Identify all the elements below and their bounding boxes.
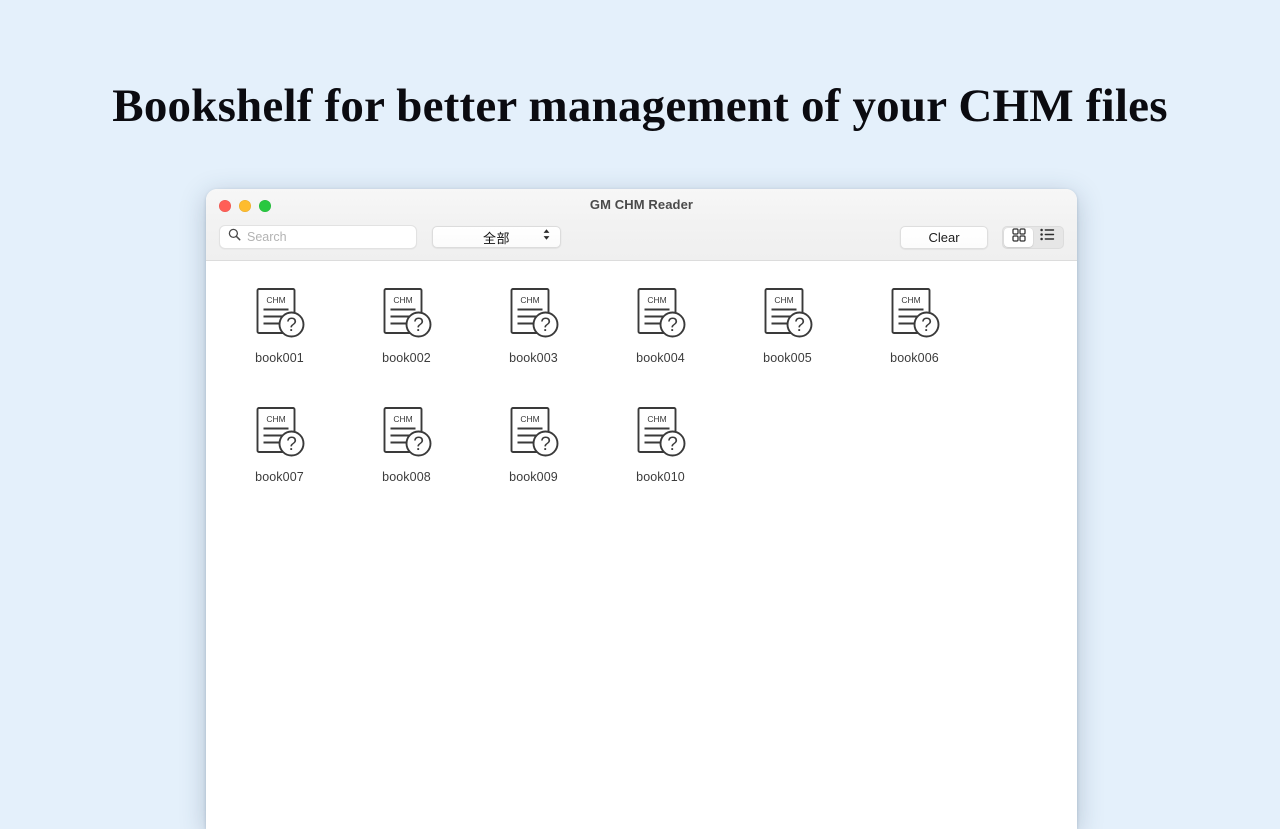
chm-document-unknown-icon: CHM ? <box>630 282 692 344</box>
chm-document-unknown-icon: CHM ? <box>249 401 311 463</box>
svg-text:?: ? <box>286 434 297 455</box>
svg-text:?: ? <box>667 434 678 455</box>
svg-text:CHM: CHM <box>774 295 793 305</box>
search-icon <box>228 228 247 246</box>
svg-text:CHM: CHM <box>393 414 412 424</box>
chm-document-unknown-icon: CHM ? <box>630 401 692 463</box>
svg-text:?: ? <box>540 315 551 336</box>
filter-selected-value: 全部 <box>482 230 510 246</box>
list-item[interactable]: CHM ? book009 <box>470 394 597 513</box>
library-content: CHM ? book001 CHM ? book002 CHM ? book00… <box>206 261 1077 829</box>
list-item-label: book001 <box>255 351 304 365</box>
list-item[interactable]: CHM ? book006 <box>851 275 978 394</box>
chm-document-unknown-icon: CHM ? <box>249 282 311 344</box>
svg-text:CHM: CHM <box>647 414 666 424</box>
app-window: GM CHM Reader Search 全部 Clear CHM ? book… <box>206 189 1077 829</box>
chm-document-unknown-icon: CHM ? <box>884 282 946 344</box>
chm-document-unknown-icon: CHM ? <box>757 282 819 344</box>
svg-text:CHM: CHM <box>393 295 412 305</box>
list-item-label: book005 <box>763 351 812 365</box>
svg-text:?: ? <box>413 315 424 336</box>
view-toggle-group <box>1002 225 1064 249</box>
grid-view-button[interactable] <box>1004 227 1033 247</box>
svg-text:?: ? <box>286 315 297 336</box>
chm-document-unknown-icon: CHM ? <box>376 401 438 463</box>
list-item[interactable]: CHM ? book003 <box>470 275 597 394</box>
list-item-label: book008 <box>382 470 431 484</box>
toolbar: Search 全部 Clear <box>206 224 1077 261</box>
window-title: GM CHM Reader <box>589 197 694 212</box>
svg-text:?: ? <box>921 315 932 336</box>
grid-view-icon <box>1011 227 1026 247</box>
svg-text:CHM: CHM <box>647 295 666 305</box>
list-item[interactable]: CHM ? book004 <box>597 275 724 394</box>
chm-document-unknown-icon: CHM ? <box>503 401 565 463</box>
list-item[interactable]: CHM ? book007 <box>216 394 343 513</box>
list-view-icon <box>1040 228 1055 246</box>
chevron-updown-icon <box>542 228 551 246</box>
list-item[interactable]: CHM ? book001 <box>216 275 343 394</box>
svg-text:CHM: CHM <box>520 414 539 424</box>
list-item-label: book010 <box>636 470 685 484</box>
list-item[interactable]: CHM ? book002 <box>343 275 470 394</box>
list-item-label: book002 <box>382 351 431 365</box>
list-item-label: book003 <box>509 351 558 365</box>
list-item-label: book006 <box>890 351 939 365</box>
window-titlebar: GM CHM Reader <box>206 189 1077 224</box>
search-placeholder: Search <box>247 230 287 244</box>
list-view-button[interactable] <box>1033 228 1062 247</box>
page-title: Bookshelf for better management of your … <box>112 80 1168 132</box>
chm-document-unknown-icon: CHM ? <box>376 282 438 344</box>
chm-document-unknown-icon: CHM ? <box>503 282 565 344</box>
svg-text:CHM: CHM <box>266 295 285 305</box>
list-item-label: book004 <box>636 351 685 365</box>
svg-text:?: ? <box>667 315 678 336</box>
list-item-label: book007 <box>255 470 304 484</box>
search-input[interactable]: Search <box>219 225 417 249</box>
list-item[interactable]: CHM ? book010 <box>597 394 724 513</box>
svg-text:?: ? <box>540 434 551 455</box>
svg-text:CHM: CHM <box>266 414 285 424</box>
clear-button[interactable]: Clear <box>900 225 988 249</box>
svg-text:?: ? <box>413 434 424 455</box>
book-grid: CHM ? book001 CHM ? book002 CHM ? book00… <box>206 275 1077 513</box>
list-item[interactable]: CHM ? book005 <box>724 275 851 394</box>
svg-text:CHM: CHM <box>901 295 920 305</box>
svg-text:CHM: CHM <box>520 295 539 305</box>
filter-dropdown[interactable]: 全部 <box>432 226 561 248</box>
list-item[interactable]: CHM ? book008 <box>343 394 470 513</box>
svg-text:?: ? <box>794 315 805 336</box>
list-item-label: book009 <box>509 470 558 484</box>
